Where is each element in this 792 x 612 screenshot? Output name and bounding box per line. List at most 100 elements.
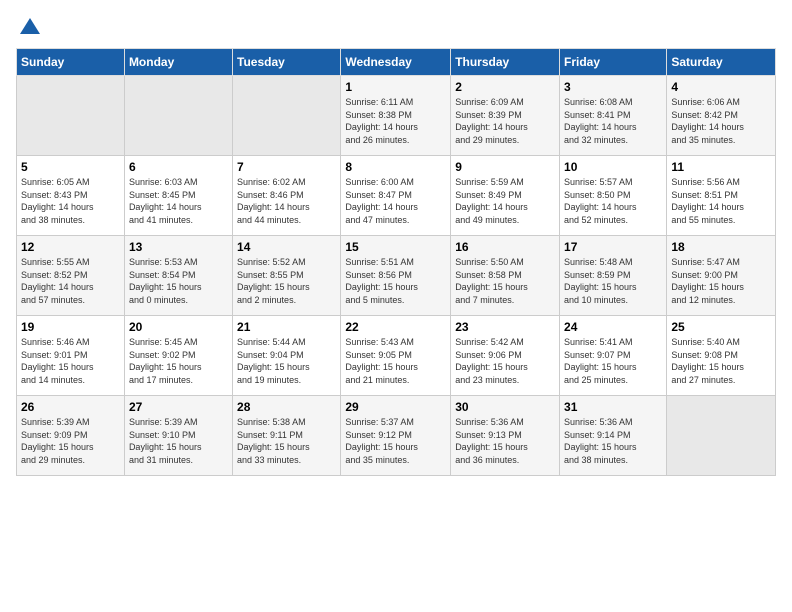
- calendar-cell: 7 Sunrise: 6:02 AM Sunset: 8:46 PM Daylig…: [233, 156, 341, 236]
- day-number: 8: [345, 160, 446, 174]
- day-info: Sunrise: 6:00 AM Sunset: 8:47 PM Dayligh…: [345, 176, 446, 226]
- day-info: Sunrise: 5:36 AM Sunset: 9:13 PM Dayligh…: [455, 416, 555, 466]
- calendar-cell: 19 Sunrise: 5:46 AM Sunset: 9:01 PM Dayli…: [17, 316, 125, 396]
- day-info: Sunrise: 5:39 AM Sunset: 9:10 PM Dayligh…: [129, 416, 228, 466]
- calendar-cell: 17 Sunrise: 5:48 AM Sunset: 8:59 PM Dayli…: [560, 236, 667, 316]
- day-number: 29: [345, 400, 446, 414]
- calendar-cell: 31 Sunrise: 5:36 AM Sunset: 9:14 PM Dayli…: [560, 396, 667, 476]
- calendar-cell: 30 Sunrise: 5:36 AM Sunset: 9:13 PM Dayli…: [451, 396, 560, 476]
- day-info: Sunrise: 5:50 AM Sunset: 8:58 PM Dayligh…: [455, 256, 555, 306]
- page-header: [16, 16, 776, 40]
- calendar-cell: [667, 396, 776, 476]
- day-info: Sunrise: 5:38 AM Sunset: 9:11 PM Dayligh…: [237, 416, 336, 466]
- day-number: 17: [564, 240, 662, 254]
- day-number: 19: [21, 320, 120, 334]
- calendar-cell: 10Sunrise: 5:57 AM Sunset: 8:50 PM Dayli…: [560, 156, 667, 236]
- day-number: 20: [129, 320, 228, 334]
- day-number: 21: [237, 320, 336, 334]
- day-number: 27: [129, 400, 228, 414]
- day-info: Sunrise: 6:11 AM Sunset: 8:38 PM Dayligh…: [345, 96, 446, 146]
- day-info: Sunrise: 6:03 AM Sunset: 8:45 PM Dayligh…: [129, 176, 228, 226]
- calendar-cell: 14 Sunrise: 5:52 AM Sunset: 8:55 PM Dayli…: [233, 236, 341, 316]
- day-info: Sunrise: 5:56 AM Sunset: 8:51 PM Dayligh…: [671, 176, 771, 226]
- day-info: Sunrise: 6:02 AM Sunset: 8:46 PM Dayligh…: [237, 176, 336, 226]
- day-number: 30: [455, 400, 555, 414]
- calendar-cell: 27 Sunrise: 5:39 AM Sunset: 9:10 PM Dayli…: [124, 396, 232, 476]
- week-row: 1 Sunrise: 6:11 AM Sunset: 8:38 PM Daylig…: [17, 76, 776, 156]
- header-cell-saturday: Saturday: [667, 49, 776, 76]
- day-number: 11: [671, 160, 771, 174]
- day-number: 18: [671, 240, 771, 254]
- calendar-cell: [233, 76, 341, 156]
- logo-icon: [18, 16, 42, 40]
- day-number: 31: [564, 400, 662, 414]
- day-number: 26: [21, 400, 120, 414]
- day-info: Sunrise: 5:51 AM Sunset: 8:56 PM Dayligh…: [345, 256, 446, 306]
- day-info: Sunrise: 5:40 AM Sunset: 9:08 PM Dayligh…: [671, 336, 771, 386]
- calendar-cell: 29 Sunrise: 5:37 AM Sunset: 9:12 PM Dayli…: [341, 396, 451, 476]
- week-row: 19 Sunrise: 5:46 AM Sunset: 9:01 PM Dayli…: [17, 316, 776, 396]
- calendar-cell: [17, 76, 125, 156]
- day-number: 15: [345, 240, 446, 254]
- day-info: Sunrise: 5:37 AM Sunset: 9:12 PM Dayligh…: [345, 416, 446, 466]
- calendar-cell: 26 Sunrise: 5:39 AM Sunset: 9:09 PM Dayli…: [17, 396, 125, 476]
- calendar-table: SundayMondayTuesdayWednesdayThursdayFrid…: [16, 48, 776, 476]
- day-info: Sunrise: 5:39 AM Sunset: 9:09 PM Dayligh…: [21, 416, 120, 466]
- day-info: Sunrise: 5:52 AM Sunset: 8:55 PM Dayligh…: [237, 256, 336, 306]
- calendar-cell: 4 Sunrise: 6:06 AM Sunset: 8:42 PM Daylig…: [667, 76, 776, 156]
- header-cell-friday: Friday: [560, 49, 667, 76]
- day-number: 5: [21, 160, 120, 174]
- day-info: Sunrise: 5:45 AM Sunset: 9:02 PM Dayligh…: [129, 336, 228, 386]
- day-info: Sunrise: 5:36 AM Sunset: 9:14 PM Dayligh…: [564, 416, 662, 466]
- week-row: 26 Sunrise: 5:39 AM Sunset: 9:09 PM Dayli…: [17, 396, 776, 476]
- calendar-cell: 28 Sunrise: 5:38 AM Sunset: 9:11 PM Dayli…: [233, 396, 341, 476]
- calendar-cell: 15 Sunrise: 5:51 AM Sunset: 8:56 PM Dayli…: [341, 236, 451, 316]
- day-number: 2: [455, 80, 555, 94]
- calendar-cell: [124, 76, 232, 156]
- calendar-cell: 5 Sunrise: 6:05 AM Sunset: 8:43 PM Daylig…: [17, 156, 125, 236]
- day-number: 6: [129, 160, 228, 174]
- calendar-cell: 22 Sunrise: 5:43 AM Sunset: 9:05 PM Dayli…: [341, 316, 451, 396]
- calendar-header: SundayMondayTuesdayWednesdayThursdayFrid…: [17, 49, 776, 76]
- day-info: Sunrise: 5:59 AM Sunset: 8:49 PM Dayligh…: [455, 176, 555, 226]
- week-row: 12Sunrise: 5:55 AM Sunset: 8:52 PM Dayli…: [17, 236, 776, 316]
- day-number: 7: [237, 160, 336, 174]
- day-info: Sunrise: 5:57 AM Sunset: 8:50 PM Dayligh…: [564, 176, 662, 226]
- calendar-cell: 2 Sunrise: 6:09 AM Sunset: 8:39 PM Daylig…: [451, 76, 560, 156]
- calendar-cell: 20 Sunrise: 5:45 AM Sunset: 9:02 PM Dayli…: [124, 316, 232, 396]
- day-number: 28: [237, 400, 336, 414]
- day-number: 1: [345, 80, 446, 94]
- calendar-cell: 6 Sunrise: 6:03 AM Sunset: 8:45 PM Daylig…: [124, 156, 232, 236]
- calendar-cell: 21 Sunrise: 5:44 AM Sunset: 9:04 PM Dayli…: [233, 316, 341, 396]
- week-row: 5 Sunrise: 6:05 AM Sunset: 8:43 PM Daylig…: [17, 156, 776, 236]
- logo: [16, 16, 42, 40]
- calendar-cell: 13Sunrise: 5:53 AM Sunset: 8:54 PM Dayli…: [124, 236, 232, 316]
- calendar-cell: 24Sunrise: 5:41 AM Sunset: 9:07 PM Dayli…: [560, 316, 667, 396]
- day-info: Sunrise: 6:05 AM Sunset: 8:43 PM Dayligh…: [21, 176, 120, 226]
- calendar-cell: 11 Sunrise: 5:56 AM Sunset: 8:51 PM Dayli…: [667, 156, 776, 236]
- calendar-cell: 1 Sunrise: 6:11 AM Sunset: 8:38 PM Daylig…: [341, 76, 451, 156]
- day-number: 4: [671, 80, 771, 94]
- header-row: SundayMondayTuesdayWednesdayThursdayFrid…: [17, 49, 776, 76]
- day-info: Sunrise: 6:09 AM Sunset: 8:39 PM Dayligh…: [455, 96, 555, 146]
- day-info: Sunrise: 6:06 AM Sunset: 8:42 PM Dayligh…: [671, 96, 771, 146]
- day-info: Sunrise: 5:44 AM Sunset: 9:04 PM Dayligh…: [237, 336, 336, 386]
- calendar-cell: 3Sunrise: 6:08 AM Sunset: 8:41 PM Daylig…: [560, 76, 667, 156]
- day-info: Sunrise: 5:55 AM Sunset: 8:52 PM Dayligh…: [21, 256, 120, 306]
- day-number: 24: [564, 320, 662, 334]
- header-cell-wednesday: Wednesday: [341, 49, 451, 76]
- header-cell-sunday: Sunday: [17, 49, 125, 76]
- day-number: 25: [671, 320, 771, 334]
- day-info: Sunrise: 5:42 AM Sunset: 9:06 PM Dayligh…: [455, 336, 555, 386]
- calendar-cell: 18 Sunrise: 5:47 AM Sunset: 9:00 PM Dayli…: [667, 236, 776, 316]
- day-info: Sunrise: 5:47 AM Sunset: 9:00 PM Dayligh…: [671, 256, 771, 306]
- day-info: Sunrise: 5:48 AM Sunset: 8:59 PM Dayligh…: [564, 256, 662, 306]
- day-number: 9: [455, 160, 555, 174]
- day-number: 14: [237, 240, 336, 254]
- day-info: Sunrise: 5:46 AM Sunset: 9:01 PM Dayligh…: [21, 336, 120, 386]
- day-number: 22: [345, 320, 446, 334]
- calendar-cell: 12Sunrise: 5:55 AM Sunset: 8:52 PM Dayli…: [17, 236, 125, 316]
- day-info: Sunrise: 5:53 AM Sunset: 8:54 PM Dayligh…: [129, 256, 228, 306]
- day-info: Sunrise: 5:43 AM Sunset: 9:05 PM Dayligh…: [345, 336, 446, 386]
- day-info: Sunrise: 6:08 AM Sunset: 8:41 PM Dayligh…: [564, 96, 662, 146]
